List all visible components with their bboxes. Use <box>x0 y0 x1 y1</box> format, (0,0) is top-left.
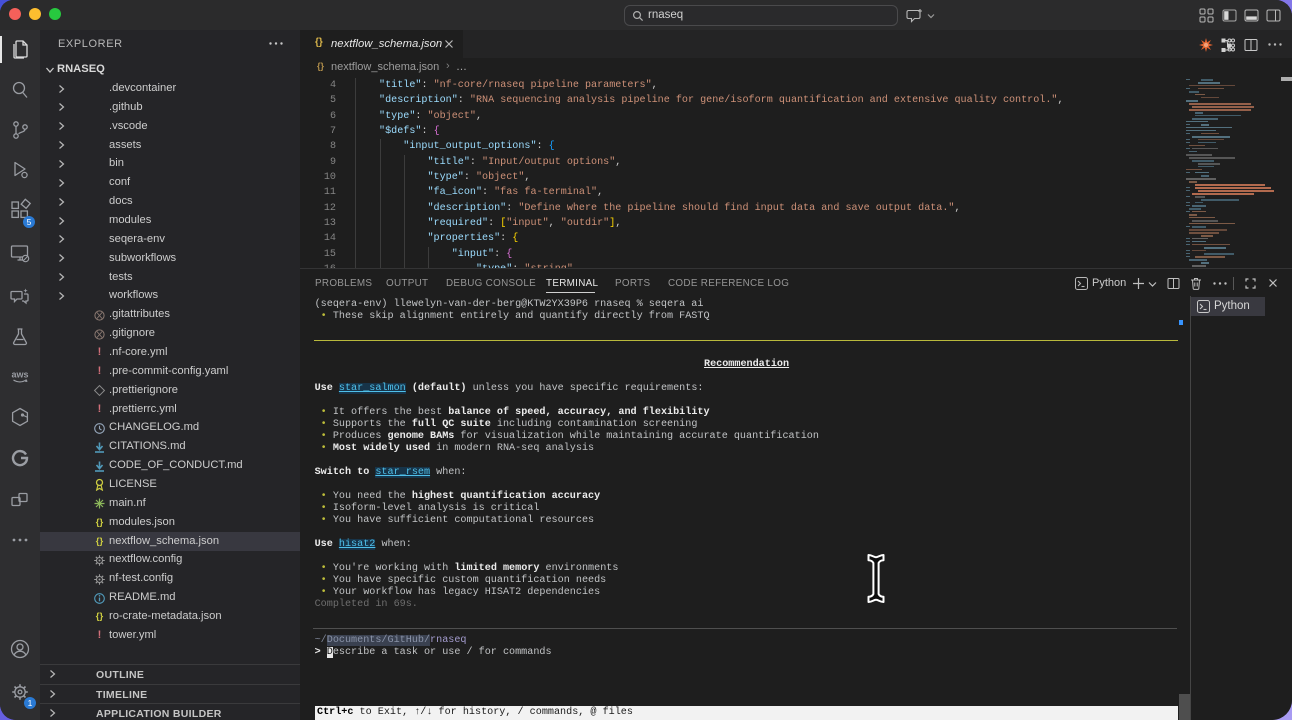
svg-text:aws: aws <box>11 370 28 380</box>
